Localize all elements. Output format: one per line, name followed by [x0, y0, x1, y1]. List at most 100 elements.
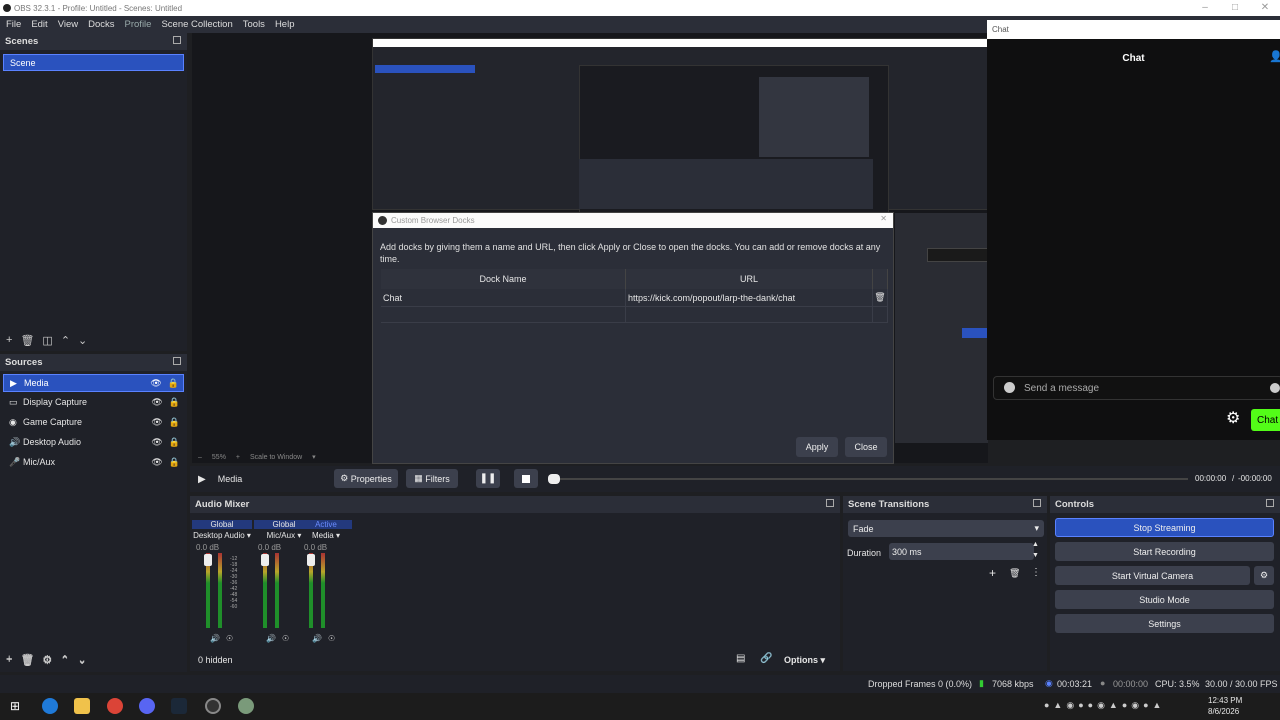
- lock-icon[interactable]: 🔒: [169, 437, 180, 448]
- gear-icon[interactable]: ⚙: [1226, 408, 1240, 428]
- move-down-icon[interactable]: ⌄: [78, 334, 87, 347]
- move-up-icon[interactable]: ⌃: [60, 654, 69, 667]
- spin-down-icon[interactable]: ▼: [1032, 552, 1039, 559]
- scene-item[interactable]: Scene: [3, 54, 184, 71]
- apply-button[interactable]: Apply: [796, 437, 838, 457]
- headphones-icon[interactable]: ☉: [328, 634, 335, 643]
- edge-icon[interactable]: [42, 698, 58, 714]
- transition-select[interactable]: Fade ▾: [848, 520, 1044, 537]
- zoom-out-icon[interactable]: –: [198, 454, 202, 461]
- source-item-media[interactable]: ▶ Media 👁 🔒: [3, 374, 184, 392]
- volume-slider-handle[interactable]: [307, 554, 315, 566]
- duration-input[interactable]: 300 ms: [889, 543, 1034, 560]
- settings-app-icon[interactable]: [238, 698, 254, 714]
- filter-icon[interactable]: ◫: [42, 334, 52, 347]
- menu-docks[interactable]: Docks: [88, 19, 114, 30]
- chat-message-input[interactable]: Send a message: [993, 376, 1280, 400]
- dock-name-cell[interactable]: [381, 307, 626, 322]
- seek-handle[interactable]: [548, 474, 560, 484]
- file-explorer-icon[interactable]: [74, 698, 90, 714]
- undock-icon[interactable]: [1266, 499, 1274, 507]
- eye-icon[interactable]: 👁: [151, 457, 162, 468]
- undock-icon[interactable]: [173, 357, 181, 365]
- filters-button[interactable]: ▦ Filters: [406, 469, 458, 488]
- source-item-desktop-audio[interactable]: 🔊 Desktop Audio 👁 🔒: [3, 432, 184, 452]
- source-item-mic-aux[interactable]: 🎤 Mic/Aux 👁 🔒: [3, 452, 184, 472]
- source-item-display-capture[interactable]: ▭ Display Capture 👁 🔒: [3, 392, 184, 412]
- table-row-empty[interactable]: [381, 307, 888, 323]
- windows-start-icon[interactable]: ⊞: [10, 699, 20, 713]
- virtual-camera-settings-button[interactable]: ⚙: [1254, 566, 1274, 585]
- close-icon[interactable]: ✕: [880, 214, 887, 223]
- clock-date[interactable]: 8/6/2026: [1208, 707, 1239, 716]
- menu-edit[interactable]: Edit: [31, 19, 47, 30]
- lock-icon[interactable]: 🔒: [169, 397, 180, 408]
- add-icon[interactable]: +: [6, 334, 12, 346]
- settings-button[interactable]: Settings: [1055, 614, 1274, 633]
- close-icon[interactable]: ✕: [1250, 0, 1280, 16]
- menu-tools[interactable]: Tools: [243, 19, 265, 30]
- studio-mode-button[interactable]: Studio Mode: [1055, 590, 1274, 609]
- dock-url-cell[interactable]: https://kick.com/popout/larp-the-dank/ch…: [626, 289, 873, 306]
- undock-icon[interactable]: [1033, 499, 1041, 507]
- menu-help[interactable]: Help: [275, 19, 295, 30]
- tray-icons[interactable]: ●▲◉●●◉▲●◉●▲: [1044, 700, 1165, 711]
- emoji-icon[interactable]: [1004, 382, 1015, 393]
- send-icon[interactable]: [1270, 383, 1280, 393]
- undock-icon[interactable]: [826, 499, 834, 507]
- minimize-icon[interactable]: –: [1190, 0, 1220, 16]
- trash-icon[interactable]: 🗑: [20, 334, 34, 347]
- dock-url-cell[interactable]: [626, 307, 873, 322]
- menu-scene-collection[interactable]: Scene Collection: [161, 19, 232, 30]
- speaker-icon[interactable]: 🔊: [312, 634, 322, 643]
- steam-icon[interactable]: [171, 698, 187, 714]
- media-seek-slider[interactable]: [548, 474, 1188, 484]
- headphones-icon[interactable]: ☉: [226, 634, 233, 643]
- layout-icon[interactable]: ▤: [736, 653, 745, 664]
- chevron-down-icon[interactable]: ▾: [247, 531, 251, 540]
- trash-icon[interactable]: 🗑: [873, 289, 888, 306]
- dock-name-cell[interactable]: Chat: [381, 289, 626, 306]
- chevron-down-icon[interactable]: ▾: [312, 453, 316, 461]
- properties-button[interactable]: ⚙ Properties: [334, 469, 398, 488]
- add-icon[interactable]: +: [6, 654, 12, 666]
- move-down-icon[interactable]: ⌄: [78, 654, 87, 667]
- start-recording-button[interactable]: Start Recording: [1055, 542, 1274, 561]
- discord-icon[interactable]: [139, 698, 155, 714]
- obs-icon[interactable]: [205, 698, 221, 714]
- eye-icon[interactable]: 👁: [150, 378, 161, 389]
- eye-icon[interactable]: 👁: [151, 417, 162, 428]
- chrome-icon[interactable]: [107, 698, 123, 714]
- clock-time[interactable]: 12:43 PM: [1208, 696, 1242, 705]
- undock-icon[interactable]: [173, 36, 181, 44]
- trash-icon[interactable]: 🗑: [1009, 568, 1020, 579]
- lock-icon[interactable]: 🔒: [168, 378, 179, 389]
- table-row[interactable]: Chat https://kick.com/popout/larp-the-da…: [381, 289, 888, 307]
- gear-icon[interactable]: ⚙: [42, 654, 52, 667]
- close-button[interactable]: Close: [845, 437, 887, 457]
- volume-slider-handle[interactable]: [261, 554, 269, 566]
- chevron-down-icon[interactable]: ▾: [336, 531, 340, 540]
- spin-up-icon[interactable]: ▲: [1032, 541, 1039, 548]
- lock-icon[interactable]: 🔒: [169, 417, 180, 428]
- zoom-in-icon[interactable]: +: [236, 454, 240, 461]
- move-up-icon[interactable]: ⌃: [61, 334, 70, 347]
- trash-icon[interactable]: 🗑: [20, 654, 34, 667]
- menu-view[interactable]: View: [58, 19, 78, 30]
- menu-profile[interactable]: Profile: [125, 19, 152, 30]
- add-icon[interactable]: +: [989, 566, 996, 580]
- start-virtual-camera-button[interactable]: Start Virtual Camera: [1055, 566, 1250, 585]
- eye-icon[interactable]: 👁: [151, 437, 162, 448]
- channel-name-row[interactable]: Desktop Audio ▾: [192, 531, 252, 540]
- stop-streaming-button[interactable]: Stop Streaming: [1055, 518, 1274, 537]
- link-icon[interactable]: 🔗: [760, 653, 772, 664]
- speaker-icon[interactable]: 🔊: [266, 634, 276, 643]
- play-icon[interactable]: ▶: [198, 474, 206, 485]
- eye-icon[interactable]: 👁: [151, 397, 162, 408]
- source-item-game-capture[interactable]: ◉ Game Capture 👁 🔒: [3, 412, 184, 432]
- headphones-icon[interactable]: ☉: [282, 634, 289, 643]
- chat-send-button[interactable]: Chat: [1251, 409, 1280, 431]
- maximize-icon[interactable]: □: [1220, 0, 1250, 16]
- channel-name-row[interactable]: Media ▾: [300, 531, 352, 540]
- scale-mode[interactable]: Scale to Window: [250, 454, 302, 461]
